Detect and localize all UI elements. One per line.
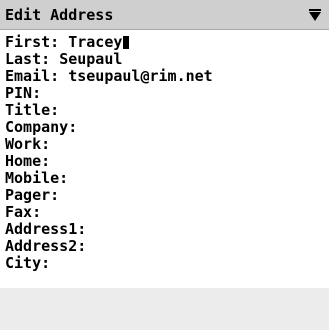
field-last[interactable]: Last: Seupaul (5, 51, 325, 68)
field-first[interactable]: First: Tracey (5, 34, 325, 51)
down-triangle-icon[interactable] (309, 9, 321, 21)
field-label: PIN: (5, 85, 42, 102)
field-company[interactable]: Company: (5, 119, 325, 136)
field-label: Last: (5, 51, 51, 68)
field-mobile[interactable]: Mobile: (5, 170, 325, 187)
field-address1[interactable]: Address1: (5, 221, 325, 238)
field-work[interactable]: Work: (5, 136, 325, 153)
field-title[interactable]: Title: (5, 102, 325, 119)
address-edit-screen: Edit Address First: Tracey Last: Seupaul… (0, 0, 329, 330)
field-label: First: (5, 34, 60, 51)
field-label: City: (5, 255, 51, 272)
field-value-last[interactable]: Seupaul (59, 51, 122, 68)
field-label: Pager: (5, 187, 60, 204)
field-value-email[interactable]: tseupaul@rim.net (68, 68, 213, 85)
field-home[interactable]: Home: (5, 153, 325, 170)
field-label: Mobile: (5, 170, 69, 187)
field-pager[interactable]: Pager: (5, 187, 325, 204)
field-pin[interactable]: PIN: (5, 85, 325, 102)
field-label: Work: (5, 136, 51, 153)
screen-title: Edit Address (5, 6, 114, 24)
address-form: First: Tracey Last: Seupaul Email: tseup… (5, 34, 325, 272)
field-label: Address1: (5, 221, 87, 238)
field-label: Email: (5, 68, 60, 85)
text-cursor (123, 36, 130, 49)
field-fax[interactable]: Fax: (5, 204, 325, 221)
title-bar: Edit Address (0, 0, 329, 30)
field-label: Company: (5, 119, 78, 136)
field-label: Title: (5, 102, 60, 119)
bottom-strip (0, 288, 329, 330)
field-value-first[interactable]: Tracey (68, 34, 122, 51)
field-email[interactable]: Email: tseupaul@rim.net (5, 68, 325, 85)
field-label: Fax: (5, 204, 42, 221)
field-address2[interactable]: Address2: (5, 238, 325, 255)
field-city[interactable]: City: (5, 255, 325, 272)
field-label: Address2: (5, 238, 87, 255)
field-label: Home: (5, 153, 51, 170)
